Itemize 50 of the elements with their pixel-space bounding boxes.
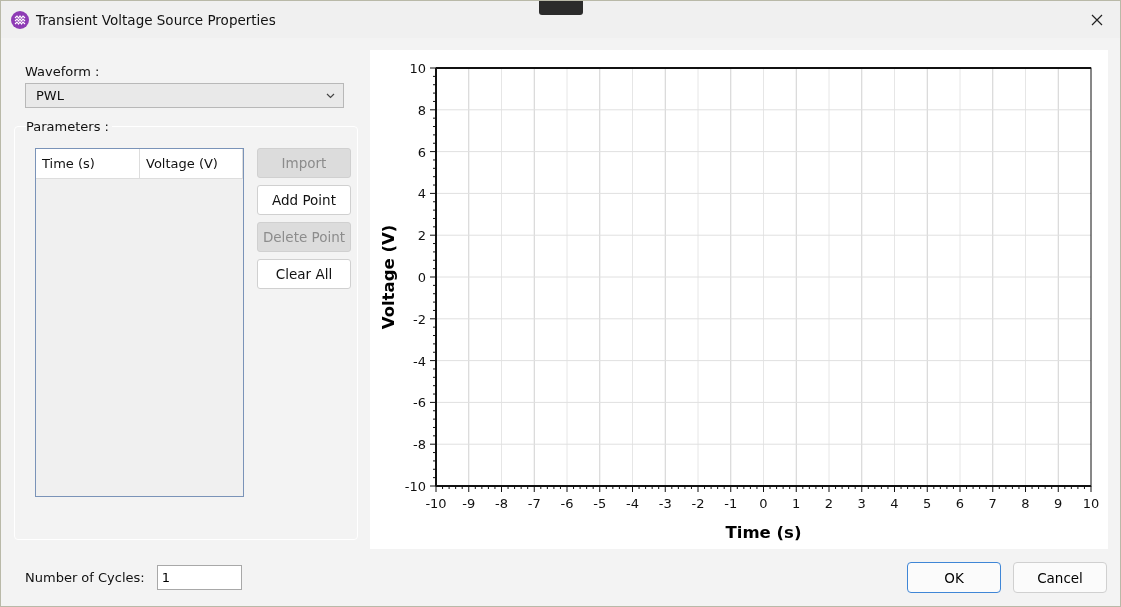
axis-tick-label: 1: [792, 496, 801, 511]
cycles-label: Number of Cycles:: [25, 570, 145, 585]
axis-tick-label: 6: [955, 496, 965, 511]
axis-tick-label: 2: [824, 496, 834, 511]
axis-tick-label: 0: [417, 270, 426, 285]
axis-tick-label: -8: [495, 496, 508, 511]
axis-tick-label: -8: [413, 437, 426, 453]
app-logo-icon: [11, 10, 29, 29]
axis-tick-label: -4: [413, 353, 426, 369]
axis-tick-label: -2: [413, 311, 426, 327]
drag-handle[interactable]: [539, 1, 583, 15]
axis-tick-label: -7: [527, 496, 541, 511]
axis-tick-label: 5: [923, 496, 932, 511]
axis-tick-label: -6: [560, 496, 574, 511]
action-button[interactable]: Add Point: [257, 185, 351, 215]
axis-tick-label: -4: [626, 496, 639, 511]
axis-tick-label: -10: [425, 496, 447, 511]
window-title: Transient Voltage Source Properties: [36, 11, 276, 28]
y-axis-title: Voltage (V): [379, 224, 398, 330]
dialog-button[interactable]: Cancel: [1013, 562, 1107, 593]
axis-tick-label: 8: [1021, 496, 1030, 511]
axis-tick-label: 8: [417, 102, 426, 118]
parameters-label: Parameters :: [26, 119, 112, 134]
axis-tick-label: -3: [658, 496, 672, 511]
axis-tick-label: -9: [462, 496, 476, 511]
x-axis-title: Time (s): [725, 523, 802, 542]
axis-tick-label: 4: [417, 186, 426, 202]
axis-tick-label: 6: [417, 144, 426, 160]
axis-tick-label: 10: [409, 61, 426, 76]
column-header[interactable]: Time (s): [36, 149, 140, 178]
axis-tick-label: 10: [1082, 496, 1100, 511]
axis-tick-label: 0: [759, 496, 768, 511]
chevron-down-icon: [326, 92, 335, 99]
close-icon: [1091, 13, 1103, 26]
column-header[interactable]: Voltage (V): [140, 149, 243, 178]
waveform-label: Waveform :: [25, 64, 101, 79]
axis-tick-label: -1: [724, 496, 738, 511]
axis-tick-label: -2: [691, 496, 705, 511]
axis-tick-label: -5: [593, 496, 607, 511]
axis-tick-label: 2: [417, 228, 426, 244]
axis-tick-label: -10: [404, 479, 426, 494]
waveform-dropdown[interactable]: PWL: [25, 83, 344, 108]
axis-tick-label: 4: [890, 496, 899, 511]
axis-tick-label: 7: [988, 496, 997, 511]
dialog-button[interactable]: OK: [907, 562, 1001, 593]
axis-tick-label: -6: [413, 395, 426, 411]
axis-tick-label: 9: [1054, 496, 1063, 511]
action-button[interactable]: Clear All: [257, 259, 351, 289]
axis-tick-label: 3: [857, 496, 866, 511]
cycles-input[interactable]: 1: [156, 565, 242, 590]
